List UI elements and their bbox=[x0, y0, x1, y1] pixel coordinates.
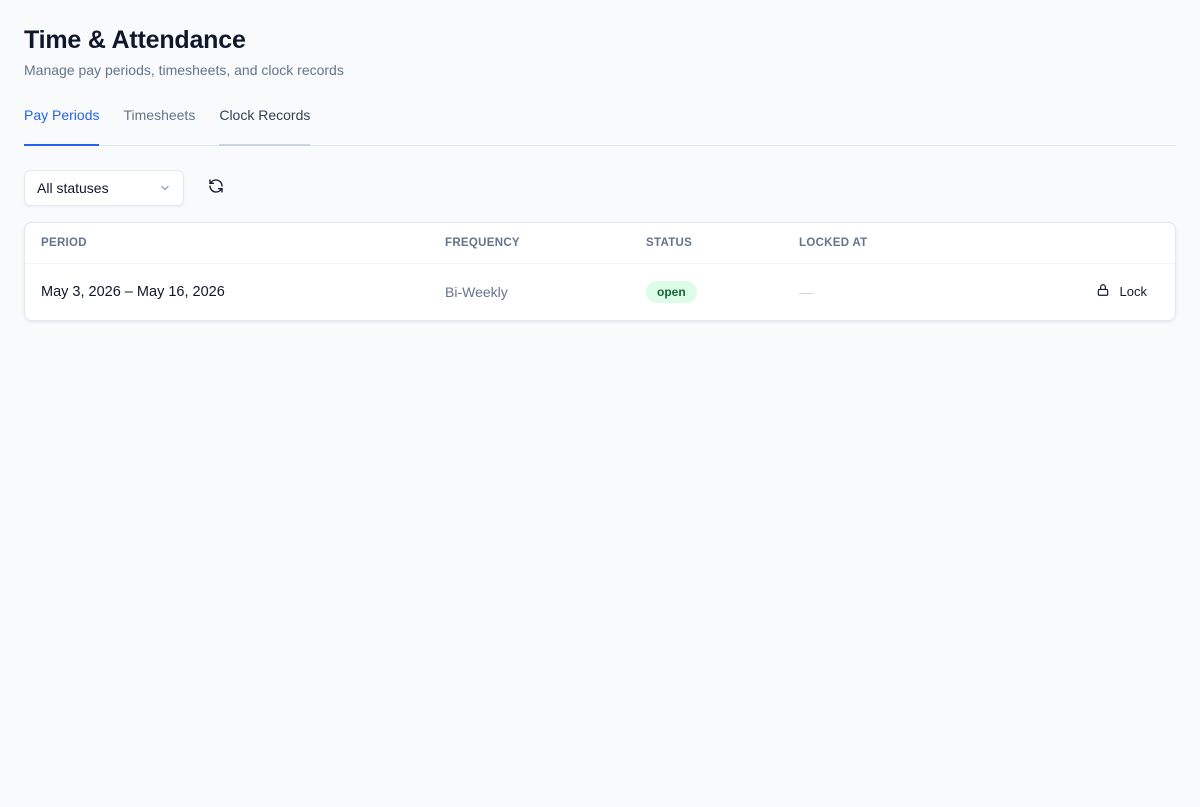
lock-icon bbox=[1096, 283, 1110, 300]
status-filter-select[interactable]: All statuses bbox=[24, 170, 184, 206]
chevron-down-icon bbox=[159, 182, 171, 194]
status-badge: open bbox=[646, 280, 697, 303]
table-row: May 3, 2026 – May 16, 2026 Bi-Weekly ope… bbox=[25, 263, 1175, 320]
column-header-period: PERIOD bbox=[41, 236, 87, 249]
status-cell: open bbox=[630, 263, 783, 320]
refresh-icon bbox=[208, 178, 224, 199]
refresh-button[interactable] bbox=[200, 172, 232, 204]
table-header-row: PERIOD FREQUENCY STATUS LOCKED AT bbox=[25, 223, 1175, 263]
page-subtitle: Manage pay periods, timesheets, and cloc… bbox=[24, 62, 344, 78]
actions-cell: Lock bbox=[983, 263, 1175, 320]
tab-timesheets[interactable]: Timesheets bbox=[123, 102, 195, 146]
page-title: Time & Attendance bbox=[24, 26, 246, 54]
locked-at-cell: — bbox=[799, 283, 813, 300]
column-header-locked-at: LOCKED AT bbox=[799, 236, 868, 249]
toolbar: All statuses bbox=[24, 170, 1176, 206]
pay-periods-table-card: PERIOD FREQUENCY STATUS LOCKED AT May 3,… bbox=[24, 222, 1176, 321]
frequency-cell: Bi-Weekly bbox=[445, 283, 508, 300]
page: Time & Attendance Manage pay periods, ti… bbox=[0, 0, 1200, 321]
lock-button-label: Lock bbox=[1119, 284, 1147, 300]
lock-button[interactable]: Lock bbox=[1096, 283, 1147, 300]
column-header-frequency: FREQUENCY bbox=[445, 236, 520, 249]
tab-pay-periods[interactable]: Pay Periods bbox=[24, 102, 100, 146]
column-header-status: STATUS bbox=[646, 236, 693, 249]
column-header-actions bbox=[983, 223, 1175, 263]
pay-periods-table: PERIOD FREQUENCY STATUS LOCKED AT May 3,… bbox=[25, 223, 1175, 320]
tab-clock-records[interactable]: Clock Records bbox=[219, 102, 311, 146]
period-cell: May 3, 2026 – May 16, 2026 bbox=[41, 283, 225, 300]
tab-bar: Pay Periods Timesheets Clock Records bbox=[24, 102, 1176, 146]
status-filter-value: All statuses bbox=[37, 180, 109, 196]
